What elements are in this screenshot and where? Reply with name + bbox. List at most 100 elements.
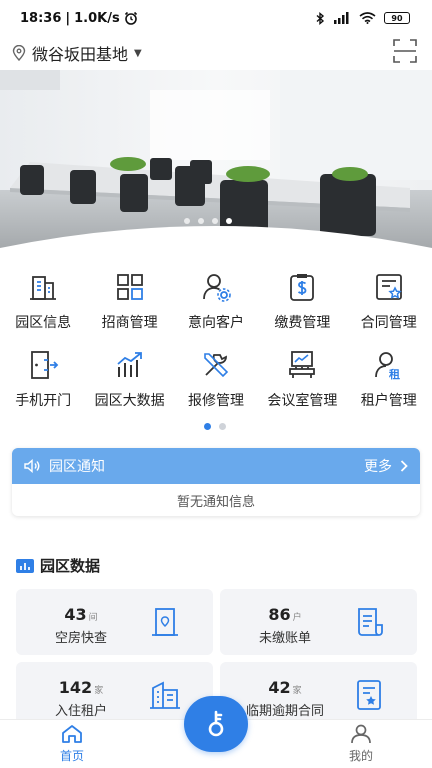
stat-value: 43 bbox=[64, 605, 87, 624]
menu-page-indicator bbox=[204, 423, 226, 430]
user-icon[interactable] bbox=[350, 724, 372, 744]
menu-item-door-open[interactable]: 手机开门 bbox=[0, 346, 86, 424]
speaker-icon bbox=[24, 459, 40, 473]
page-dot-active[interactable] bbox=[204, 423, 211, 430]
stat-value-wrap: 43 间 bbox=[16, 605, 146, 624]
stats-icon bbox=[16, 558, 34, 573]
bar-chart-icon bbox=[116, 352, 142, 377]
stat-value: 86 bbox=[268, 605, 291, 624]
feature-row: 手机开门 园区大数据 报修管理 会议室管理 租 租户管理 bbox=[0, 346, 432, 424]
status-right: 90 bbox=[316, 11, 410, 25]
banner-indicator bbox=[184, 218, 232, 224]
door-icon bbox=[152, 608, 178, 636]
notice-title: 园区通知 bbox=[49, 459, 105, 475]
home-icon[interactable] bbox=[61, 724, 83, 744]
payment-icon bbox=[290, 274, 315, 301]
menu-label: 招商管理 bbox=[101, 315, 158, 331]
svg-text:租: 租 bbox=[389, 368, 400, 381]
notice-header: 园区通知 更多 bbox=[12, 448, 420, 484]
stat-card-unpaid-bills[interactable]: 86 户 未缴账单 bbox=[220, 589, 417, 655]
tools-icon bbox=[204, 353, 229, 378]
status-network-speed: 1.0K/s bbox=[74, 10, 120, 26]
wifi-icon bbox=[359, 12, 376, 24]
menu-item-repair[interactable]: 报修管理 bbox=[173, 346, 259, 424]
stat-label: 未缴账单 bbox=[258, 631, 311, 646]
stat-value: 42 bbox=[268, 678, 291, 697]
status-bar: 18:36 | 1.0K/s 90 bbox=[0, 0, 432, 36]
banner-carousel[interactable] bbox=[0, 70, 432, 260]
feature-row: 园区信息 招商管理 意向客户 缴费管理 合同管理 bbox=[0, 268, 432, 346]
stat-unit: 间 bbox=[88, 613, 98, 623]
door-icon bbox=[31, 351, 59, 379]
status-left: 18:36 | 1.0K/s bbox=[20, 11, 138, 26]
notice-empty-text: 暂无通知信息 bbox=[176, 494, 255, 510]
menu-label: 缴费管理 bbox=[274, 315, 331, 331]
notice-title-wrap: 园区通知 bbox=[24, 456, 105, 476]
stat-value: 142 bbox=[58, 678, 93, 697]
notice-card: 园区通知 更多 暂无通知信息 bbox=[12, 448, 420, 516]
chevron-down-icon[interactable]: ▼ bbox=[134, 48, 142, 59]
menu-item-prospects[interactable]: 意向客户 bbox=[173, 268, 259, 346]
grid-squares-icon bbox=[116, 274, 143, 300]
battery-icon: 90 bbox=[384, 12, 410, 24]
menu-label: 园区大数据 bbox=[94, 393, 165, 409]
stat-label: 入住租户 bbox=[54, 704, 107, 719]
stat-unit: 家 bbox=[292, 686, 302, 696]
menu-item-investment[interactable]: 招商管理 bbox=[86, 268, 172, 346]
nav-home[interactable]: 首页 bbox=[32, 724, 112, 764]
menu-label: 报修管理 bbox=[187, 393, 244, 409]
banner-image[interactable] bbox=[0, 70, 432, 260]
scan-icon[interactable] bbox=[392, 38, 418, 64]
feature-grid: 园区信息 招商管理 意向客户 缴费管理 合同管理 手机开门 园区大数据 报修管理… bbox=[0, 268, 432, 424]
user-gear-icon bbox=[203, 274, 231, 302]
menu-item-park-info[interactable]: 园区信息 bbox=[0, 268, 86, 346]
park-data-title: 园区数据 bbox=[40, 557, 101, 575]
building-icon bbox=[150, 681, 180, 709]
stat-value-wrap: 42 家 bbox=[220, 678, 350, 697]
contract-icon bbox=[375, 274, 402, 300]
location-pin-icon bbox=[12, 45, 26, 61]
meeting-room-icon bbox=[289, 351, 316, 378]
menu-item-payment[interactable]: 缴费管理 bbox=[259, 268, 345, 346]
location-bar[interactable]: 微谷坂田基地 ▼ bbox=[0, 36, 432, 70]
stat-value-wrap: 86 户 bbox=[220, 605, 350, 624]
stat-unit: 户 bbox=[292, 613, 302, 623]
nav-mine[interactable]: 我的 bbox=[321, 724, 401, 764]
nav-home-label[interactable]: 首页 bbox=[60, 747, 84, 764]
page-dot[interactable] bbox=[219, 423, 226, 430]
banner-dot[interactable] bbox=[198, 218, 204, 224]
notice-more-label[interactable]: 更多 bbox=[364, 456, 392, 476]
stat-value-wrap: 142 家 bbox=[16, 678, 146, 697]
building-icon bbox=[30, 276, 57, 300]
key-icon[interactable] bbox=[202, 709, 230, 739]
signal-icon bbox=[334, 12, 349, 24]
banner-dot-active[interactable] bbox=[226, 218, 232, 224]
menu-label: 意向客户 bbox=[187, 315, 244, 331]
menu-item-meeting-room[interactable]: 会议室管理 bbox=[259, 346, 345, 424]
banner-dot[interactable] bbox=[184, 218, 190, 224]
menu-label: 租户管理 bbox=[360, 393, 417, 409]
location-name[interactable]: 微谷坂田基地 bbox=[32, 41, 128, 65]
bluetooth-icon bbox=[316, 11, 325, 25]
tenant-icon: 租 bbox=[374, 352, 400, 381]
menu-item-tenants[interactable]: 租 租户管理 bbox=[346, 346, 432, 424]
key-fab-button[interactable] bbox=[184, 696, 248, 752]
menu-label: 手机开门 bbox=[15, 393, 72, 409]
notice-more-link[interactable]: 更多 bbox=[364, 456, 408, 476]
alarm-icon bbox=[124, 11, 137, 25]
chevron-right-icon[interactable] bbox=[400, 460, 408, 472]
status-separator: | bbox=[65, 10, 71, 26]
stat-label: 空房快查 bbox=[54, 631, 107, 646]
banner-dot[interactable] bbox=[212, 218, 218, 224]
menu-label: 会议室管理 bbox=[267, 393, 338, 409]
status-time: 18:36 bbox=[20, 10, 62, 26]
menu-label: 园区信息 bbox=[15, 315, 72, 331]
stat-card-vacant-rooms[interactable]: 43 间 空房快查 bbox=[16, 589, 213, 655]
menu-label: 合同管理 bbox=[360, 315, 417, 331]
contract-icon bbox=[357, 680, 381, 710]
bill-icon bbox=[358, 608, 383, 636]
nav-mine-label[interactable]: 我的 bbox=[349, 747, 373, 764]
menu-item-big-data[interactable]: 园区大数据 bbox=[86, 346, 172, 424]
stat-unit: 家 bbox=[94, 686, 104, 696]
menu-item-contract[interactable]: 合同管理 bbox=[346, 268, 432, 346]
